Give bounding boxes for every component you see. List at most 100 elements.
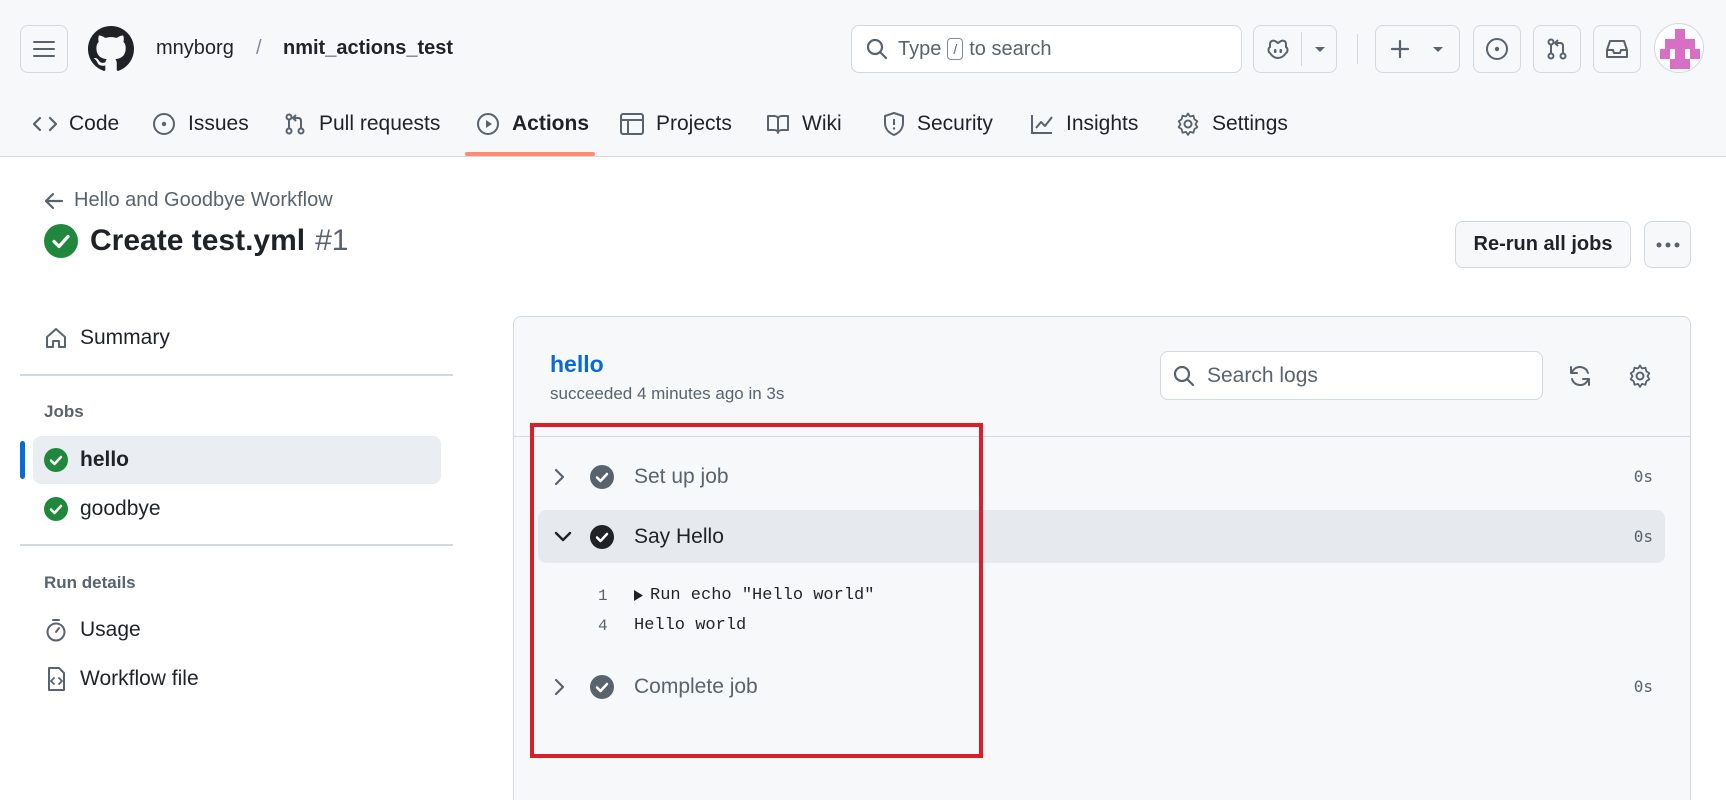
kebab-horizontal-icon [1656,242,1679,247]
breadcrumb-owner[interactable]: mnyborg [156,37,234,60]
caret-down-icon[interactable] [1314,46,1326,54]
menu-button[interactable] [20,25,68,73]
sidebar-job-hello[interactable]: hello [44,448,129,472]
caret-down-icon [1433,47,1443,52]
step-label: Set up job [634,464,729,488]
search-logs-placeholder: Search logs [1207,363,1318,387]
breadcrumb-repo[interactable]: nmit_actions_test [283,37,453,60]
check-circle-fill-icon [590,674,614,699]
triangle-right-icon [634,590,643,601]
job-status-text: succeeded 4 minutes ago in 3s [550,384,785,403]
log-settings-button[interactable] [1622,358,1658,394]
file-code-icon [48,667,65,691]
sidebar-item-summary[interactable]: Summary [44,326,170,350]
sidebar-item-label: Summary [80,326,170,349]
tab-projects[interactable]: Projects [620,104,732,144]
sync-icon [1570,366,1590,386]
check-circle-fill-icon [44,497,68,521]
tab-code[interactable]: Code [33,104,119,144]
home-icon [46,328,66,348]
tab-wiki[interactable]: Wiki [766,104,842,144]
more-options-button[interactable] [1644,221,1691,268]
sidebar-item-usage[interactable]: Usage [44,618,141,642]
issue-icon [1486,38,1508,60]
top-header: mnyborg / nmit_actions_test Type / to se… [0,0,1726,157]
chevron-right-icon [554,678,565,695]
pull-request-icon [285,113,305,135]
sidebar-item-label: goodbye [80,497,161,520]
tab-insights[interactable]: Insights [1030,104,1138,144]
chevron-down-icon [554,531,572,541]
issue-icon [153,113,175,135]
issues-button[interactable] [1473,25,1521,73]
check-circle-fill-icon [590,524,614,549]
page-title: Create test.yml [90,224,306,257]
step-duration: 0s [1633,467,1653,486]
graph-icon [1031,115,1053,134]
active-tab-indicator [465,152,595,156]
step-label: Say Hello [634,524,724,548]
tab-label: Projects [656,112,732,135]
tab-label: Pull requests [319,112,441,135]
sidebar-item-workflow-file[interactable]: Workflow file [44,667,199,691]
sidebar-divider [20,374,453,376]
search-icon [866,38,888,60]
code-icon [33,116,57,132]
tab-pull-requests[interactable]: Pull requests [283,104,440,144]
tab-label: Security [917,112,993,135]
avatar[interactable] [1654,23,1704,73]
copilot-button[interactable] [1253,25,1337,73]
step-label: Complete job [634,674,758,698]
tab-security[interactable]: Security [883,104,993,144]
run-details-heading: Run details [44,573,136,592]
step-duration: 0s [1633,677,1653,696]
tab-label: Code [69,112,120,135]
search-logs-input[interactable]: Search logs [1160,351,1543,400]
search-icon [1173,365,1195,386]
back-to-workflow-link[interactable]: Hello and Goodbye Workflow [44,189,333,212]
refresh-button[interactable] [1562,358,1598,394]
check-circle-fill-icon [44,448,68,472]
search-prefix: Type [898,37,942,60]
check-circle-fill-icon [590,464,614,489]
search-suffix: to search [969,37,1052,60]
run-number: #1 [315,224,349,257]
identicon-icon [1660,29,1700,69]
inbox-icon [1606,40,1628,58]
step-duration: 0s [1633,527,1653,546]
active-job-indicator [20,441,25,479]
rerun-all-jobs-button[interactable]: Re-run all jobs [1455,221,1631,268]
tab-label: Settings [1212,112,1288,135]
gear-icon [1629,364,1651,388]
step-set-up-job[interactable]: Set up job 0s [538,450,1665,503]
log-line-group[interactable]: Run echo "Hello world" [633,586,874,605]
job-title-link[interactable]: hello [550,351,604,378]
pull-requests-button[interactable] [1533,25,1581,73]
book-icon [767,115,789,134]
tab-issues[interactable]: Issues [152,104,249,144]
play-icon [477,113,499,135]
arrow-left-icon [44,192,64,209]
step-complete-job[interactable]: Complete job 0s [538,660,1665,713]
global-search-input[interactable]: Type / to search [851,25,1242,73]
stopwatch-icon [46,619,66,642]
github-logo-icon[interactable] [88,26,134,72]
plus-icon [1390,39,1410,59]
tab-actions[interactable]: Actions [476,104,589,144]
inbox-button[interactable] [1593,25,1641,73]
copilot-icon [1267,39,1289,60]
pull-request-icon [1547,38,1567,60]
search-shortcut-key: / [947,38,964,60]
log-line-number: 1 [598,587,608,605]
check-circle-fill-icon [44,224,78,258]
breadcrumb-separator: / [256,37,262,59]
step-say-hello[interactable]: Say Hello 0s [538,510,1665,563]
sidebar-item-label: hello [80,448,130,471]
table-icon [620,113,644,135]
sidebar-job-goodbye[interactable]: goodbye [44,497,161,521]
log-line-text: Hello world [634,616,747,635]
tab-settings[interactable]: Settings [1176,104,1288,144]
log-line-number: 4 [598,617,608,635]
create-new-button[interactable] [1375,25,1460,73]
tab-label: Wiki [802,112,842,135]
